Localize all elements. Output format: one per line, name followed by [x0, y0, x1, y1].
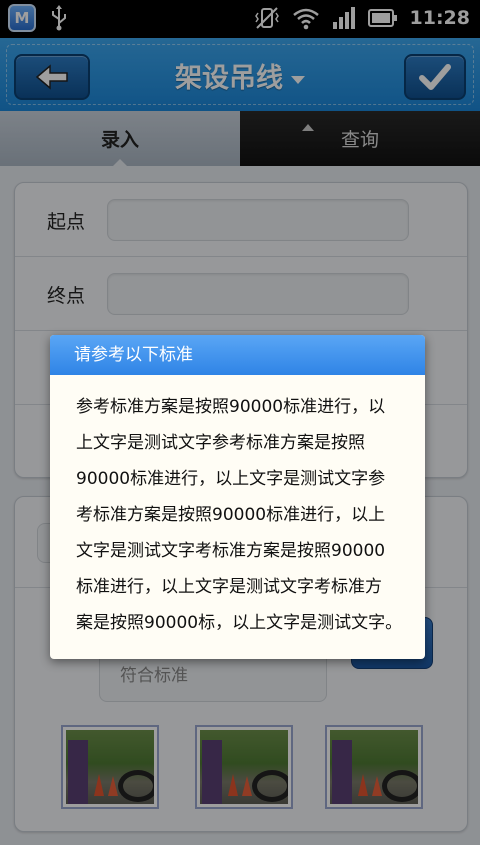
dialog-line: 文字是测试文字考标准方案是按照90000 — [76, 541, 386, 561]
standard-reference-dialog: 请参考以下标准 参考标准方案是按照90000标准进行，以 上文字是测试文字参考标… — [50, 335, 425, 659]
dialog-line: 90000标准进行，以上文字是测试文字参 — [76, 469, 386, 489]
dialog-line: 考标准方案是按照90000标准进行，以上 — [76, 505, 386, 525]
dialog-line: 上文字是测试文字参考标准方案是按照 — [76, 433, 365, 453]
dialog-line: 案是按照90000标，以上文字是测试文字。 — [76, 613, 403, 633]
dialog-body: 参考标准方案是按照90000标准进行，以 上文字是测试文字参考标准方案是按照 9… — [50, 375, 425, 641]
dialog-title: 请参考以下标准 — [50, 335, 425, 375]
dialog-line: 参考标准方案是按照90000标准进行，以 — [76, 397, 386, 417]
dialog-line: 标准进行，以上文字是测试文字考标准方 — [76, 577, 382, 597]
